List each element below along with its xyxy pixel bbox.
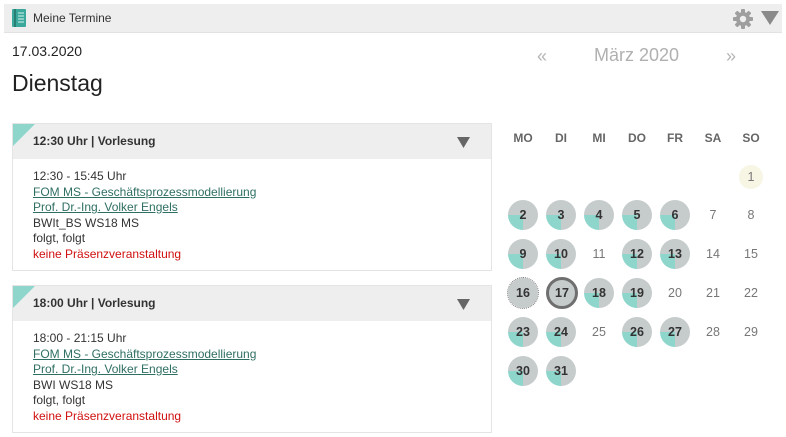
event-details: 18:00 - 21:15 Uhr FOM MS - Geschäftsproz… (13, 321, 491, 424)
weekday-label: DO (628, 131, 646, 145)
event-details: 12:30 - 15:45 Uhr FOM MS - Geschäftsproz… (13, 159, 491, 262)
weekday-label: SA (704, 131, 722, 145)
selected-date: 17.03.2020 (12, 43, 83, 59)
event-card: 12:30 Uhr | Vorlesung 12:30 - 15:45 Uhr … (12, 123, 492, 271)
weekday-label: DI (555, 131, 567, 145)
calendar-day-with-events[interactable]: 4 (584, 200, 614, 230)
event-status: folgt, folgt (33, 231, 86, 245)
event-time: 18:00 - 21:15 Uhr (33, 331, 127, 345)
calendar-day-with-events[interactable]: 5 (622, 200, 652, 230)
expand-triangle-icon[interactable] (457, 135, 470, 153)
calendar-day-with-events[interactable]: 23 (508, 317, 538, 347)
calendar-day-with-events[interactable]: 13 (660, 239, 690, 269)
calendar-day[interactable]: 7 (698, 200, 728, 230)
calendar-day[interactable]: 15 (736, 239, 766, 269)
course-link[interactable]: FOM MS - Geschäftsprozessmodellierung (33, 347, 256, 361)
event-type-marker (13, 286, 35, 308)
event-time: 12:30 - 15:45 Uhr (33, 169, 127, 183)
widget-title: Meine Termine (33, 11, 112, 25)
calendar-day-with-events[interactable]: 9 (508, 239, 538, 269)
event-note: keine Präsenzveranstaltung (33, 408, 182, 423)
calendar-day-with-events[interactable]: 30 (508, 356, 538, 386)
calendar-day[interactable]: 1 (739, 165, 763, 189)
calendar-day-with-events[interactable]: 6 (660, 200, 690, 230)
event-type-marker (13, 124, 35, 146)
calendar-day-with-events[interactable]: 3 (546, 200, 576, 230)
event-group: BWIt_BS WS18 MS (33, 215, 140, 230)
expand-triangle-icon[interactable] (457, 297, 470, 315)
calendar-day[interactable]: 11 (584, 239, 614, 269)
calendar-day-with-events[interactable]: 2 (508, 200, 538, 230)
lecturer-link[interactable]: Prof. Dr.-Ing. Volker Engels (33, 200, 178, 214)
lecturer-link[interactable]: Prof. Dr.-Ing. Volker Engels (33, 362, 178, 376)
previous-month-button[interactable]: « (537, 46, 547, 67)
calendar-day[interactable]: 25 (584, 317, 614, 347)
calendar-day-with-events[interactable]: 18 (584, 278, 614, 308)
calendar-day[interactable]: 29 (736, 317, 766, 347)
calendar-day-with-events[interactable]: 31 (546, 356, 576, 386)
event-note: keine Präsenzveranstaltung (33, 246, 182, 261)
event-title: 18:00 Uhr | Vorlesung (33, 296, 156, 310)
calendar-day-with-events[interactable]: 12 (622, 239, 652, 269)
calendar-day[interactable]: 20 (660, 278, 690, 308)
calendar-day[interactable]: 28 (698, 317, 728, 347)
calendar-day-focused[interactable]: 16 (507, 277, 539, 309)
weekday-label: SO (742, 131, 760, 145)
calendar-day[interactable]: 14 (698, 239, 728, 269)
weekday-label: FR (667, 131, 683, 145)
selected-weekday: Dienstag (12, 70, 103, 96)
calendar-day-with-events[interactable]: 24 (546, 317, 576, 347)
calendar-day-with-events[interactable]: 26 (622, 317, 652, 347)
widget-header: Meine Termine (4, 4, 782, 33)
gear-icon[interactable] (732, 8, 754, 35)
calendar-day[interactable]: 22 (736, 278, 766, 308)
event-title: 12:30 Uhr | Vorlesung (33, 134, 156, 148)
calendar-day-with-events[interactable]: 10 (546, 239, 576, 269)
event-group: BWI WS18 MS (33, 377, 114, 392)
calendar-day[interactable]: 21 (698, 278, 728, 308)
calendar-day-with-events[interactable]: 27 (660, 317, 690, 347)
event-header[interactable]: 12:30 Uhr | Vorlesung (13, 124, 491, 159)
collapse-triangle-icon[interactable] (761, 10, 779, 31)
event-status: folgt, folgt (33, 393, 86, 407)
book-icon (11, 8, 27, 33)
weekday-label: MO (513, 131, 533, 145)
event-card: 18:00 Uhr | Vorlesung 18:00 - 21:15 Uhr … (12, 285, 492, 433)
next-month-button[interactable]: » (726, 46, 736, 67)
calendar-month-title: März 2020 (594, 45, 680, 65)
event-header[interactable]: 18:00 Uhr | Vorlesung (13, 286, 491, 321)
calendar-day-selected[interactable]: 17 (546, 277, 578, 309)
calendar-day[interactable]: 8 (736, 200, 766, 230)
calendar-day-with-events[interactable]: 19 (622, 278, 652, 308)
course-link[interactable]: FOM MS - Geschäftsprozessmodellierung (33, 185, 256, 199)
weekday-label: MI (592, 131, 606, 145)
